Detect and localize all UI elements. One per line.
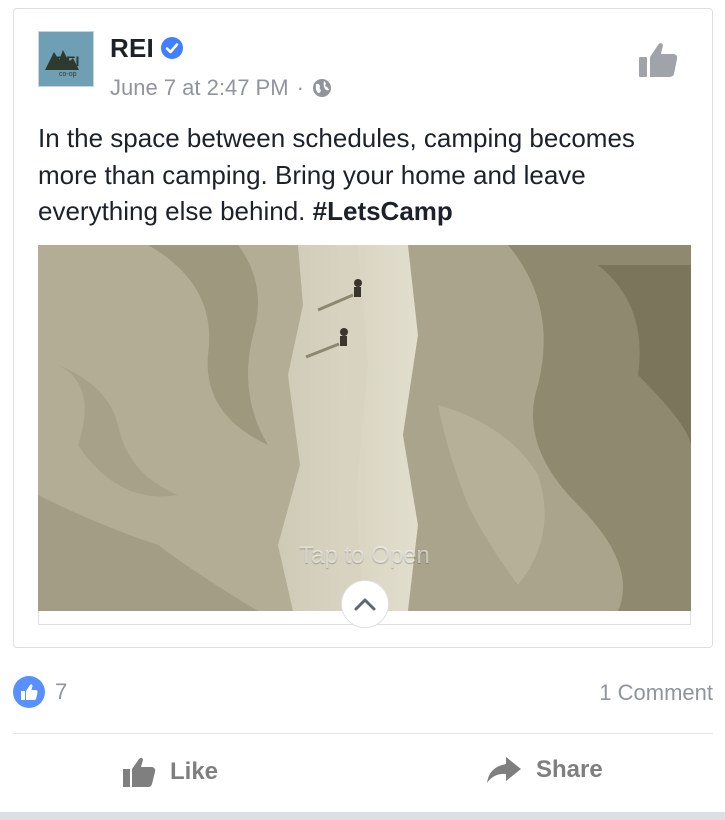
rei-logo-icon: REI co-op bbox=[45, 50, 79, 78]
share-button[interactable]: Share bbox=[486, 756, 603, 784]
like-count: 7 bbox=[55, 679, 68, 704]
thumbs-up-icon[interactable] bbox=[638, 39, 680, 81]
post-media-image[interactable]: Tap to Open bbox=[38, 245, 691, 611]
hashtag-link[interactable]: #LetsCamp bbox=[313, 196, 453, 226]
meta-separator: · bbox=[296, 75, 304, 100]
action-divider bbox=[13, 733, 713, 734]
logo-text-sub: co-op bbox=[59, 71, 77, 78]
globe-icon bbox=[312, 79, 331, 97]
like-button[interactable]: Like bbox=[122, 756, 218, 788]
verified-badge-icon bbox=[161, 37, 183, 59]
like-button-label: Like bbox=[170, 758, 219, 785]
post-card: REI co-op REI June 7 at 2:47 PM · In the… bbox=[13, 8, 713, 648]
like-reaction-icon bbox=[13, 676, 45, 708]
thumbs-up-icon bbox=[123, 757, 156, 787]
post-text: In the space between schedules, camping … bbox=[38, 120, 688, 230]
share-arrow-icon bbox=[487, 757, 521, 783]
page-avatar[interactable]: REI co-op bbox=[38, 31, 94, 87]
post-meta: June 7 at 2:47 PM · bbox=[110, 75, 332, 101]
post-timestamp[interactable]: June 7 at 2:47 PM bbox=[110, 75, 289, 101]
logo-text-main: REI bbox=[56, 53, 79, 69]
feed-separator bbox=[0, 812, 725, 820]
chevron-up-icon bbox=[354, 598, 376, 611]
expand-button[interactable] bbox=[341, 580, 389, 628]
reaction-summary[interactable]: 7 bbox=[13, 676, 67, 708]
comment-count-link[interactable]: 1 Comment bbox=[599, 680, 713, 706]
tap-to-open-label: Tap to Open bbox=[299, 542, 430, 569]
share-button-label: Share bbox=[536, 756, 603, 783]
page-name[interactable]: REI bbox=[110, 33, 154, 64]
